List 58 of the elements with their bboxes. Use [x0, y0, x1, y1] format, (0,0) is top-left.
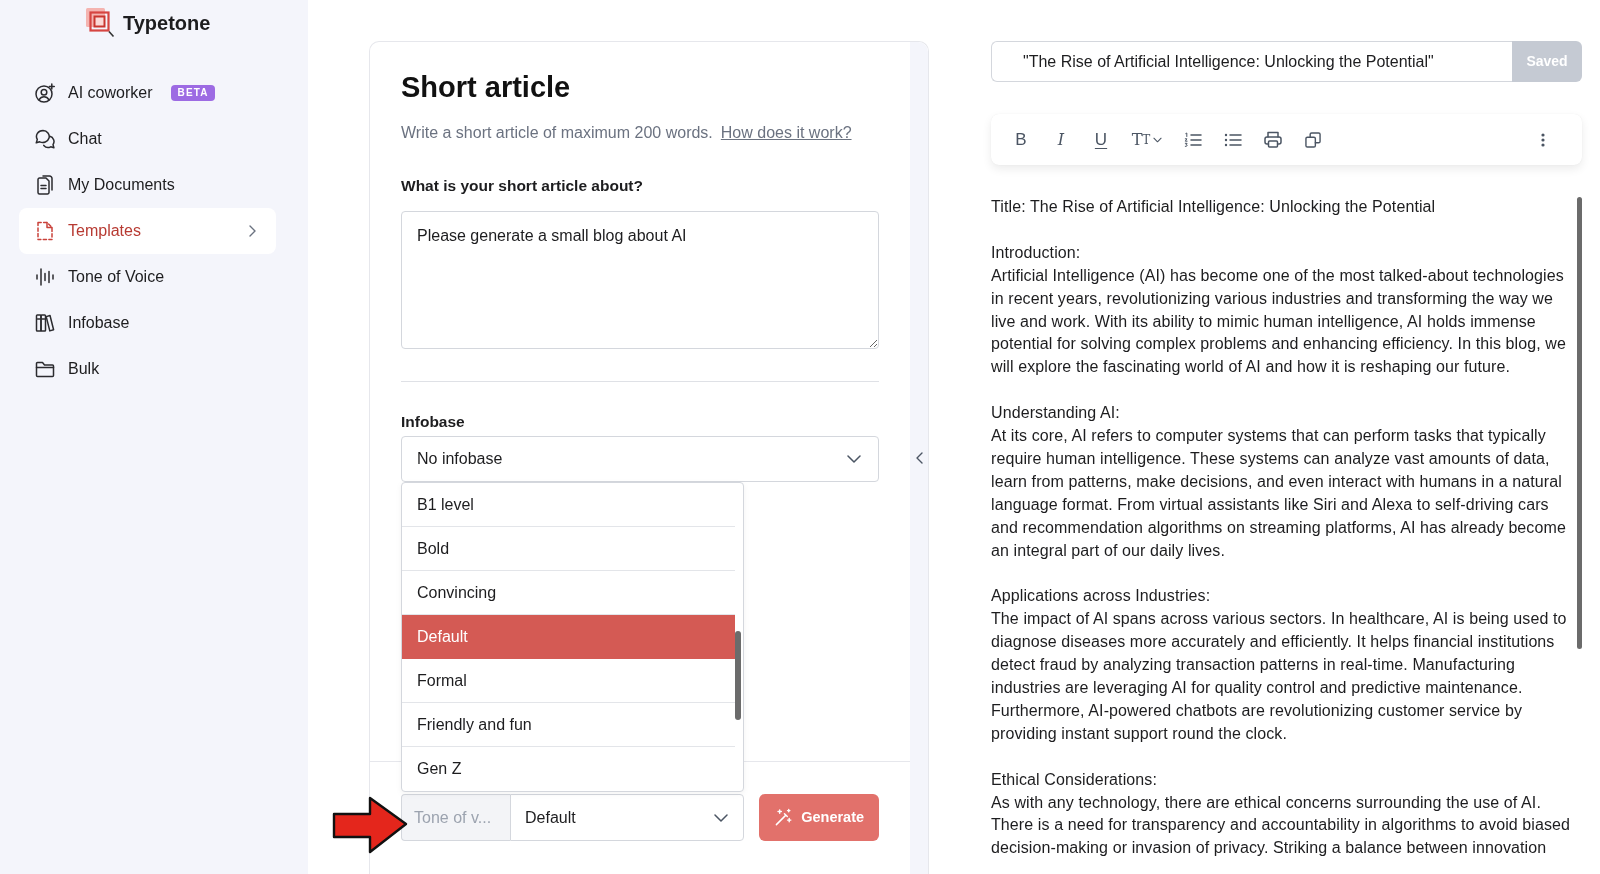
scrollbar-thumb[interactable] [1577, 197, 1582, 649]
copy-icon[interactable] [1305, 131, 1321, 148]
beta-badge: BETA [171, 85, 215, 101]
italic-button[interactable]: I [1046, 124, 1076, 155]
sidebar-item[interactable]: Chat [19, 116, 118, 162]
person-plus-icon [35, 83, 55, 103]
sidebar-item[interactable]: Tone of Voice [19, 254, 181, 300]
brand-name: Typetone [123, 10, 211, 35]
underline-button[interactable]: U [1086, 124, 1116, 155]
more-vertical-icon[interactable] [1541, 132, 1545, 147]
dropdown-option[interactable]: Gen Z [402, 747, 736, 791]
section-paragraph: The impact of AI spans across various sectors. In healthcare, AI is being used to diagnose diseases more accurately and efficiently. It helps financial institutions detect fraud by analyzing transaction patterns in real-time. Manufacturing industries are leveraging AI for quality control and predictive maintenance. Furthermore, AI-powered chatbots are revolutionizing customer service by providing instant support round the clock. [991, 609, 1568, 744]
infobase-select[interactable]: No infobase [401, 436, 879, 482]
sidebar-item[interactable]: Templates [19, 208, 276, 254]
section-paragraph: As with any technology, there are ethical concerns surrounding the use of AI. There is a need for transparency and accountability in algorithms to avoid biased decision-making or invasion of privacy. Striking a balance between innovation [991, 792, 1572, 859]
dropdown-option[interactable]: Friendly and fun [402, 703, 736, 747]
logo-icon [85, 7, 115, 38]
section-heading: Applications across Industries: [991, 586, 1212, 607]
section-heading: Ethical Considerations: [991, 769, 1158, 790]
sound-bars-icon [35, 267, 55, 287]
field-label: What is your short article about? [401, 176, 644, 196]
folder-icon [35, 359, 55, 379]
documents-icon [35, 175, 55, 195]
sidebar-item[interactable]: My Documents [19, 162, 191, 208]
sidebar-item[interactable]: Infobase [19, 300, 146, 346]
field-label: Infobase [401, 412, 466, 432]
dashed-page-icon [35, 221, 55, 241]
topic-textarea[interactable]: Please generate a small blog about AI [401, 211, 879, 349]
printer-icon[interactable] [1264, 131, 1282, 148]
section-paragraph: At its core, AI refers to computer systems that can perform tasks that typically require human intelligence. These systems can analyze vast amounts of data, learn from patterns, make decisions, and even interact with humans in a natural language format. From virtual assistants like Siri and Alexa to self-driving cars and recommendation algorithms on streaming platforms, AI has already become an integral part of our daily lives. [991, 426, 1567, 561]
section-heading: Introduction: [991, 242, 1082, 263]
form-title: Short article [401, 70, 572, 105]
caret-icon [1153, 136, 1163, 143]
tone-label: Tone of v... [401, 794, 510, 841]
sidebar-item[interactable]: Bulk [19, 346, 116, 392]
form-description: Write a short article of maximum 200 words. [401, 124, 713, 141]
chevron-down-icon [847, 455, 861, 463]
magic-wand-icon [774, 808, 794, 827]
dropdown-option[interactable]: Bold [402, 527, 736, 571]
dropdown-option[interactable]: B1 level [402, 483, 736, 527]
tone-select-field[interactable]: Default [510, 794, 745, 841]
chevron-left-icon [915, 452, 923, 464]
books-icon [35, 313, 55, 333]
document-title-line: Title: The Rise of Artificial Intelligence: Unlocking the Potential [991, 197, 1437, 217]
dropdown-option[interactable]: Default [402, 615, 736, 659]
arrow-icon [332, 795, 408, 855]
numbered-list-icon[interactable] [1184, 131, 1202, 148]
scrollbar-thumb[interactable] [735, 631, 742, 720]
sidebar-item[interactable]: AI coworker BETA [19, 70, 231, 116]
document-title-field[interactable]: "The Rise of Artificial Intelligence: Unlocking the Potential" [991, 41, 1512, 82]
section-paragraph: Artificial Intelligence (AI) has become one of the most talked-about technologies in recent years, revolutionizing various industries and transforming the way we live and work. With its ability to mimic human intelligence, AI holds immense potential for solving complex problems and enhancing efficiency. In this blog, we will explore the fascinating world of AI and how it is reshaping our future. [991, 265, 1567, 378]
bold-button[interactable]: B [1006, 124, 1036, 155]
text-size-button[interactable]: TT [1126, 124, 1168, 155]
chevron-down-icon [714, 814, 729, 822]
bullet-list-icon[interactable] [1224, 131, 1242, 148]
section-heading: Understanding AI: [991, 403, 1121, 424]
help-link[interactable]: How does it work? [720, 124, 852, 141]
chat-bubbles-icon [35, 129, 55, 149]
